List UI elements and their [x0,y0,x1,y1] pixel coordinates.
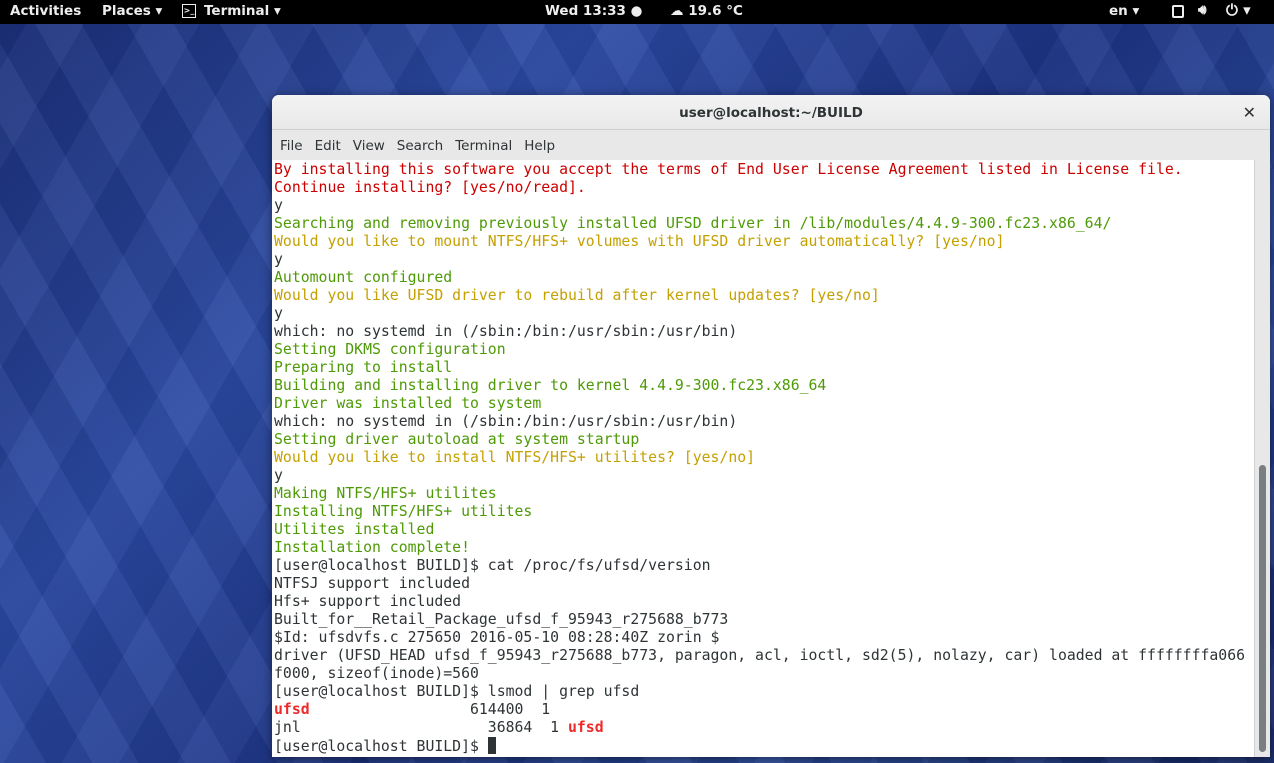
terminal-text: which: no systemd in (/sbin:/bin:/usr/sb… [274,413,738,430]
terminal-line: Making NTFS/HFS+ utilites​ [274,485,1254,503]
terminal-line: Would you like to install NTFS/HFS+ util… [274,449,1254,467]
scrollbar-thumb[interactable] [1259,465,1266,752]
terminal-line: Built_for__Retail_Package_ufsd_f_95943_r… [274,611,1254,629]
close-icon[interactable]: ✕ [1243,95,1256,131]
terminal-line: Hfs+ support included​ [274,593,1254,611]
terminal-line: y​ [274,467,1254,485]
menu-terminal[interactable]: Terminal [449,130,518,160]
terminal-text: Searching and removing previously instal… [274,215,1112,232]
terminal-line: NTFSJ support included​ [274,575,1254,593]
terminal-line: Would you like UFSD driver to rebuild af… [274,287,1254,305]
terminal-line: Driver was installed to system​ [274,395,1254,413]
terminal-line: Continue installing? [yes/no/read].​ [274,179,1254,197]
window-icon[interactable] [1172,5,1184,18]
terminal-text: Hfs+ support included [274,593,462,610]
terminal-text: 614400 1 [309,701,551,718]
terminal-line: which: no systemd in (/sbin:/bin:/usr/sb… [274,413,1254,431]
clock[interactable]: Wed 13:33 ● [545,3,642,19]
window-title: user@localhost:~/BUILD [679,105,863,121]
terminal-text: Setting driver autoload at system startu… [274,431,640,448]
terminal-line: y​ [274,251,1254,269]
scrollbar[interactable] [1254,160,1270,757]
terminal-text: Continue installing? [yes/no/read]. [274,179,586,196]
terminal-line: f000, sizeof(inode)=560​ [274,665,1254,683]
terminal-line: Setting DKMS configuration​ [274,341,1254,359]
terminal-output[interactable]: By installing this software you accept t… [272,160,1254,757]
terminal-line: Installation complete!​ [274,539,1254,557]
top-bar: Activities Places ▾ >_ Terminal ▾ Wed 13… [0,0,1274,24]
terminal-window: user@localhost:~/BUILD ✕ File Edit View … [272,95,1270,757]
volume-icon[interactable]: 🔊︎ [1198,2,1207,18]
places-menu[interactable]: Places ▾ [102,3,162,19]
terminal-line: jnl 36864 1 ufsd​ [274,719,1254,737]
terminal-line: Automount configured​ [274,269,1254,287]
terminal-text: Preparing to install [274,359,453,376]
terminal-line: Would you like to mount NTFS/HFS+ volume… [274,233,1254,251]
terminal-text: which: no systemd in (/sbin:/bin:/usr/sb… [274,323,738,340]
terminal-text: Utilites installed [274,521,435,538]
terminal-text: ufsd [274,701,310,718]
terminal-text: ufsd [567,719,604,736]
terminal-text: By installing this software you accept t… [274,161,1183,178]
power-icon[interactable]: ⏻ ▾ [1226,1,1251,19]
terminal-text: Automount configured [274,269,453,286]
terminal-text: [user@localhost BUILD]$ [274,738,488,755]
cursor [487,737,496,754]
menu-search[interactable]: Search [391,130,449,160]
terminal-app-menu[interactable]: Terminal ▾ [204,3,281,19]
menu-view[interactable]: View [347,130,391,160]
activities-button[interactable]: Activities [10,3,81,19]
terminal-text: Would you like to mount NTFS/HFS+ volume… [274,233,1005,250]
terminal-text: y [274,467,283,484]
terminal-line: Installing NTFS/HFS+ utilites​ [274,503,1254,521]
menu-edit[interactable]: Edit [309,130,347,160]
menu-file[interactable]: File [274,130,309,160]
terminal-line: [user@localhost BUILD]$ cat /proc/fs/ufs… [274,557,1254,575]
terminal-text: Building and installing driver to kernel… [274,377,827,394]
terminal-text: y [274,197,283,214]
terminal-text: Would you like to install NTFS/HFS+ util… [274,449,756,466]
terminal-app-icon: >_ [182,4,196,18]
terminal-line: ufsd 614400 1​ [274,701,1254,719]
terminal-text: Driver was installed to system [274,395,542,412]
terminal-line: Utilites installed​ [274,521,1254,539]
terminal-text: NTFSJ support included [274,575,470,592]
terminal-text: driver (UFSD_HEAD ufsd_f_95943_r275688_b… [274,647,1246,664]
terminal-line: By installing this software you accept t… [274,161,1254,179]
terminal-text: y [274,305,283,322]
weather[interactable]: ☁ 19.6 °C [670,3,743,19]
terminal-text: Installation complete! [274,539,470,556]
menu-help[interactable]: Help [518,130,561,160]
terminal-text: $Id: ufsdvfs.c 275650 2016-05-10 08:28:4… [274,629,720,646]
terminal-text: [user@localhost BUILD]$ cat /proc/fs/ufs… [274,557,711,574]
terminal-line: y​ [274,197,1254,215]
terminal-text: Built_for__Retail_Package_ufsd_f_95943_r… [274,611,729,628]
terminal-text: y [274,251,283,268]
terminal-line: Setting driver autoload at system startu… [274,431,1254,449]
terminal-text: Would you like UFSD driver to rebuild af… [274,287,880,304]
language-menu[interactable]: en ▾ [1109,3,1139,19]
terminal-text: Installing NTFS/HFS+ utilites [274,503,533,520]
terminal-text: jnl 36864 1 [274,719,568,736]
menu-bar: File Edit View Search Terminal Help [272,130,1270,160]
terminal-text: Setting DKMS configuration [274,341,506,358]
terminal-line: driver (UFSD_HEAD ufsd_f_95943_r275688_b… [274,647,1254,665]
terminal-line: Searching and removing previously instal… [274,215,1254,233]
terminal-line: $Id: ufsdvfs.c 275650 2016-05-10 08:28:4… [274,629,1254,647]
terminal-line: y​ [274,305,1254,323]
terminal-line: [user@localhost BUILD]$ ​ [274,737,1254,756]
terminal-line: Building and installing driver to kernel… [274,377,1254,395]
terminal-line: which: no systemd in (/sbin:/bin:/usr/sb… [274,323,1254,341]
window-titlebar[interactable]: user@localhost:~/BUILD ✕ [272,95,1270,130]
terminal-text: f000, sizeof(inode)=560 [274,665,479,682]
terminal-line: [user@localhost BUILD]$ lsmod | grep ufs… [274,683,1254,701]
terminal-text: Making NTFS/HFS+ utilites [274,485,497,502]
terminal-text: [user@localhost BUILD]$ lsmod | grep ufs… [274,683,640,700]
terminal-line: Preparing to install​ [274,359,1254,377]
